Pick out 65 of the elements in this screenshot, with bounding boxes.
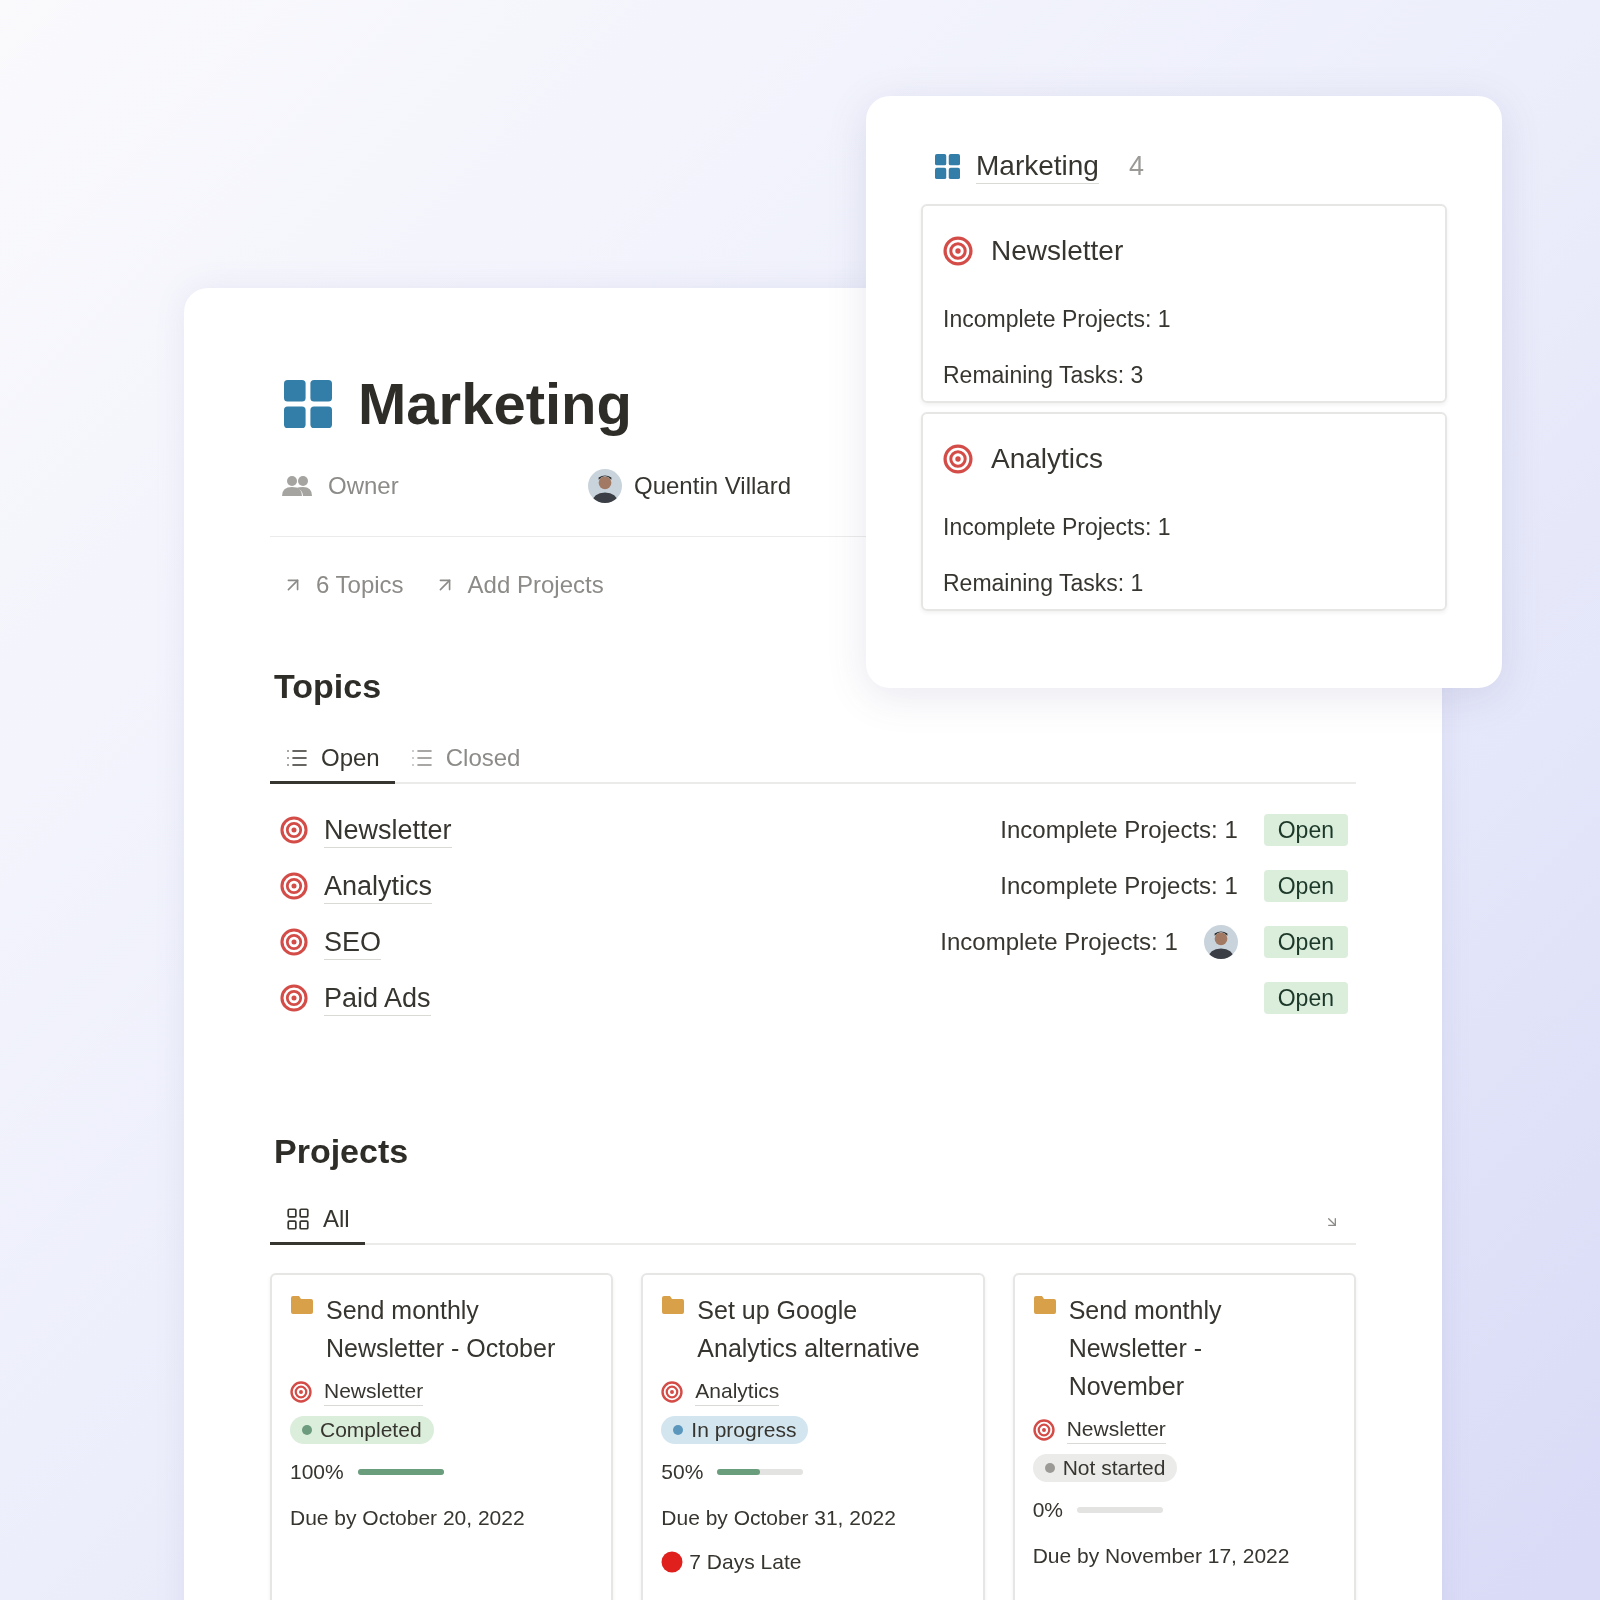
topic-title: Newsletter xyxy=(991,234,1124,268)
topic-stat: Incomplete Projects: 1 xyxy=(943,513,1172,542)
project-title: Send monthly Newsletter - November xyxy=(1068,1295,1223,1402)
topic-link[interactable]: Analytics xyxy=(324,868,433,904)
people-icon xyxy=(282,475,312,497)
topic-stat: Remaining Tasks: 3 xyxy=(943,361,1145,390)
avatar xyxy=(588,469,622,503)
topic-card[interactable]: Analytics Incomplete Projects: 1 Remaining Tasks: 1 xyxy=(921,412,1447,611)
status-tag: Open xyxy=(1263,982,1348,1014)
due-date: Due by October 20, 2022 xyxy=(290,1505,526,1531)
due-date: Due by October 31, 2022 xyxy=(661,1505,897,1531)
status-tag: Not started xyxy=(1032,1454,1178,1482)
status-tag: In progress xyxy=(661,1416,809,1444)
section-heading: Projects xyxy=(273,1131,410,1172)
topic-link[interactable]: SEO xyxy=(324,924,382,960)
status-tag: Completed xyxy=(290,1416,434,1444)
topic-link[interactable]: Newsletter xyxy=(1066,1415,1166,1444)
topic-link[interactable]: Newsletter xyxy=(324,1377,424,1406)
gallery-icon xyxy=(285,1205,311,1232)
topic-card[interactable]: Newsletter Incomplete Projects: 1 Remaining Tasks: 3 xyxy=(921,204,1447,403)
incomplete-count: Incomplete Projects: 1 xyxy=(940,927,1178,957)
grid-icon xyxy=(935,153,960,179)
popup-title[interactable]: Marketing xyxy=(976,148,1099,184)
view-tab[interactable]: Open xyxy=(270,734,395,784)
topic-stat: Incomplete Projects: 1 xyxy=(943,305,1172,334)
topic-stat: Remaining Tasks: 1 xyxy=(943,569,1145,598)
progress-percent: 100% xyxy=(290,1459,344,1486)
owner-label: Owner xyxy=(328,471,399,501)
folder-icon xyxy=(1032,1295,1057,1315)
late-label: 7 Days Late xyxy=(689,1549,802,1575)
target-icon xyxy=(1032,1418,1055,1441)
topic-link[interactable]: Newsletter xyxy=(324,812,452,848)
topic-title: Analytics xyxy=(991,442,1104,476)
folder-icon xyxy=(661,1295,686,1315)
status-tag: Open xyxy=(1263,926,1348,958)
page-title: Marketing xyxy=(358,370,632,438)
project-card[interactable]: Send monthly Newsletter - November Newsletter Not started 0% Due by November 17, 2022 xyxy=(1012,1273,1356,1600)
progress-percent: 50% xyxy=(661,1459,704,1486)
project-title: Send monthly Newsletter - October xyxy=(326,1295,557,1364)
target-icon xyxy=(280,872,308,900)
target-icon xyxy=(943,236,973,266)
folder-icon xyxy=(290,1295,314,1315)
topic-link[interactable]: Analytics xyxy=(695,1377,780,1406)
status-tag: Open xyxy=(1263,870,1348,902)
incomplete-count: Incomplete Projects: 1 xyxy=(1000,815,1238,845)
due-date: Due by November 17, 2022 xyxy=(1032,1543,1291,1569)
late-dot-icon xyxy=(661,1550,684,1573)
target-icon xyxy=(280,816,308,844)
project-card[interactable]: Send monthly Newsletter - October Newsletter Completed 100% Due by October 20, 2022 xyxy=(270,1273,614,1600)
target-icon xyxy=(280,984,308,1012)
target-icon xyxy=(661,1380,684,1403)
view-tab[interactable]: All xyxy=(270,1195,365,1245)
grid-icon xyxy=(284,380,332,428)
target-icon xyxy=(280,928,308,956)
incomplete-count: Incomplete Projects: 1 xyxy=(1000,871,1238,901)
topic-link[interactable]: Paid Ads xyxy=(324,980,431,1016)
progress-percent: 0% xyxy=(1032,1497,1063,1524)
item-count: 4 xyxy=(1128,149,1144,183)
section-heading: Topics xyxy=(273,666,383,707)
project-card[interactable]: Set up Google Analytics alternative Analytics In progress 50% Due by October 31, 2022 7 Days Late xyxy=(641,1273,985,1600)
status-tag: Open xyxy=(1263,814,1348,846)
project-title: Set up Google Analytics alternative xyxy=(697,1295,921,1364)
target-icon xyxy=(290,1380,312,1403)
target-icon xyxy=(943,444,973,474)
owner-name[interactable]: Quentin Villard xyxy=(634,468,791,504)
